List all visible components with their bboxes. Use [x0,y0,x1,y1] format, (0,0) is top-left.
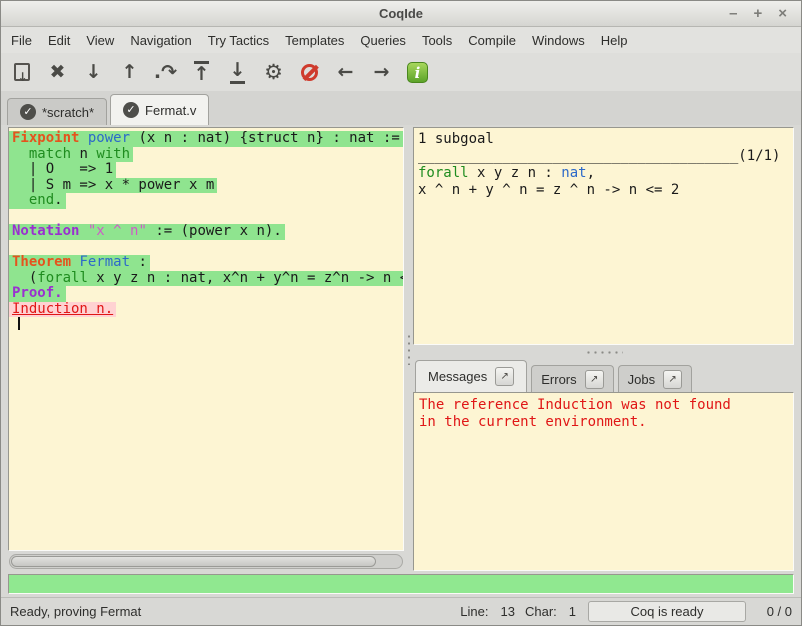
code-line: Theorem Fermat : [9,255,403,271]
menu-item[interactable]: Try Tactics [200,30,277,51]
vertical-splitter[interactable] [404,127,413,571]
code-line [9,209,403,225]
forward-icon[interactable]: → [366,57,397,88]
goal-line: x ^ n + y ^ n = z ^ n -> n <= 2 [418,182,793,199]
code-line: | S m => x * power x m [9,178,403,194]
about-info-icon[interactable]: i [402,57,433,88]
menu-item[interactable]: Queries [352,30,414,51]
code-line [9,240,403,256]
toolbar: ↓ ✖ ↓ ↑ .↷ ↑ ↓ [1,53,801,91]
goal-line: forall x y z n : nat, [418,165,793,182]
message-tab-label: Errors [541,372,576,387]
menu-item[interactable]: Tools [414,30,460,51]
detach-icon[interactable]: ↗ [495,367,514,386]
menu-item[interactable]: Navigation [122,30,199,51]
menu-item[interactable]: View [78,30,122,51]
splitter-grip-icon [585,351,623,354]
back-icon[interactable]: ← [330,57,361,88]
main-area: Fixpoint power (x n : nat) {struct n} : … [1,125,801,571]
char-value: 1 [569,604,576,619]
messages-tabbar: Messages ↗ Errors ↗ Jobs ↗ [413,360,794,392]
detach-icon[interactable]: ↗ [663,370,682,389]
script-pane: Fixpoint power (x n : nat) {struct n} : … [8,127,404,571]
restart-icon[interactable]: ↓ [6,57,37,88]
line-label: Line: [460,604,488,619]
code-line [9,317,403,333]
minimize-button[interactable]: – [729,2,737,26]
code-line: Proof. [9,286,403,302]
fully-check-gear-icon[interactable]: ⚙ [258,57,289,88]
tab-label: *scratch* [42,105,94,120]
titlebar: CoqIde – + × [1,1,801,27]
message-tab-label: Messages [428,369,487,384]
menu-item[interactable]: Compile [460,30,524,51]
code-line: Fixpoint power (x n : nat) {struct n} : … [9,131,403,147]
go-to-start-icon[interactable]: ↑ [186,57,217,88]
menu-item[interactable]: File [3,30,40,51]
interrupt-icon[interactable] [294,57,325,88]
go-to-cursor-icon[interactable]: .↷ [150,57,181,88]
line-value: 13 [501,604,515,619]
message-line: The reference Induction was not found [419,397,793,414]
step-forward-icon[interactable]: ↓ [78,57,109,88]
progress-bar [8,574,794,594]
window-title: CoqIde [1,6,801,21]
splitter-grip-icon [408,333,410,365]
step-backward-icon[interactable]: ↑ [114,57,145,88]
menubar: FileEditViewNavigationTry TacticsTemplat… [1,27,801,53]
goal-line: 1 subgoal [418,131,793,148]
menu-item[interactable]: Help [593,30,636,51]
code-editor[interactable]: Fixpoint power (x n : nat) {struct n} : … [8,127,404,551]
menu-item[interactable]: Windows [524,30,593,51]
scrollbar-thumb[interactable] [11,556,376,567]
close-button[interactable]: × [778,2,787,26]
right-column: 1 subgoal ______________________________… [413,127,794,571]
code-line: (forall x y z n : nat, x^n + y^n = z^n -… [9,271,403,287]
code-line: match n with [9,147,403,163]
messages-tab[interactable]: Messages ↗ [415,360,527,392]
horizontal-pane-splitter[interactable] [413,345,794,360]
errors-tab[interactable]: Errors ↗ [531,365,613,392]
code-line: end. [9,193,403,209]
menu-item[interactable]: Templates [277,30,352,51]
close-cross-icon[interactable]: ✖ [42,57,73,88]
tab-label: Fermat.v [145,103,196,118]
code-line: | O => 1 [9,162,403,178]
check-circle-icon: ✓ [123,102,139,118]
progress-area [1,571,801,597]
window-controls: – + × [729,2,801,26]
status-message: Ready, proving Fermat [10,604,460,619]
coqide-window: CoqIde – + × FileEditViewNavigationTry T… [0,0,802,626]
goals-pane[interactable]: 1 subgoal ______________________________… [413,127,794,345]
message-tab-label: Jobs [628,372,655,387]
jobs-tab[interactable]: Jobs ↗ [618,365,692,392]
messages-pane[interactable]: The reference Induction was not found in… [413,392,794,571]
tab-scratch[interactable]: ✓ *scratch* [7,98,107,125]
statusbar: Ready, proving Fermat Line: 13 Char: 1 C… [1,597,801,625]
goal-counter: 0 / 0 [758,604,792,619]
check-circle-icon: ✓ [20,104,36,120]
code-line: Induction n. [9,302,403,318]
go-to-end-icon[interactable]: ↓ [222,57,253,88]
editor-tabstrip: ✓ *scratch* ✓ Fermat.v [1,91,801,125]
goal-line: ______________________________________(1… [418,148,793,165]
message-line: in the current environment. [419,414,793,431]
char-label: Char: [525,604,557,619]
coq-status-button[interactable]: Coq is ready [588,601,746,622]
code-line: Notation "x ^ n" := (power x n). [9,224,403,240]
menu-item[interactable]: Edit [40,30,78,51]
horizontal-scrollbar[interactable] [9,554,403,569]
tab-fermat[interactable]: ✓ Fermat.v [110,94,209,125]
maximize-button[interactable]: + [753,2,762,26]
detach-icon[interactable]: ↗ [585,370,604,389]
